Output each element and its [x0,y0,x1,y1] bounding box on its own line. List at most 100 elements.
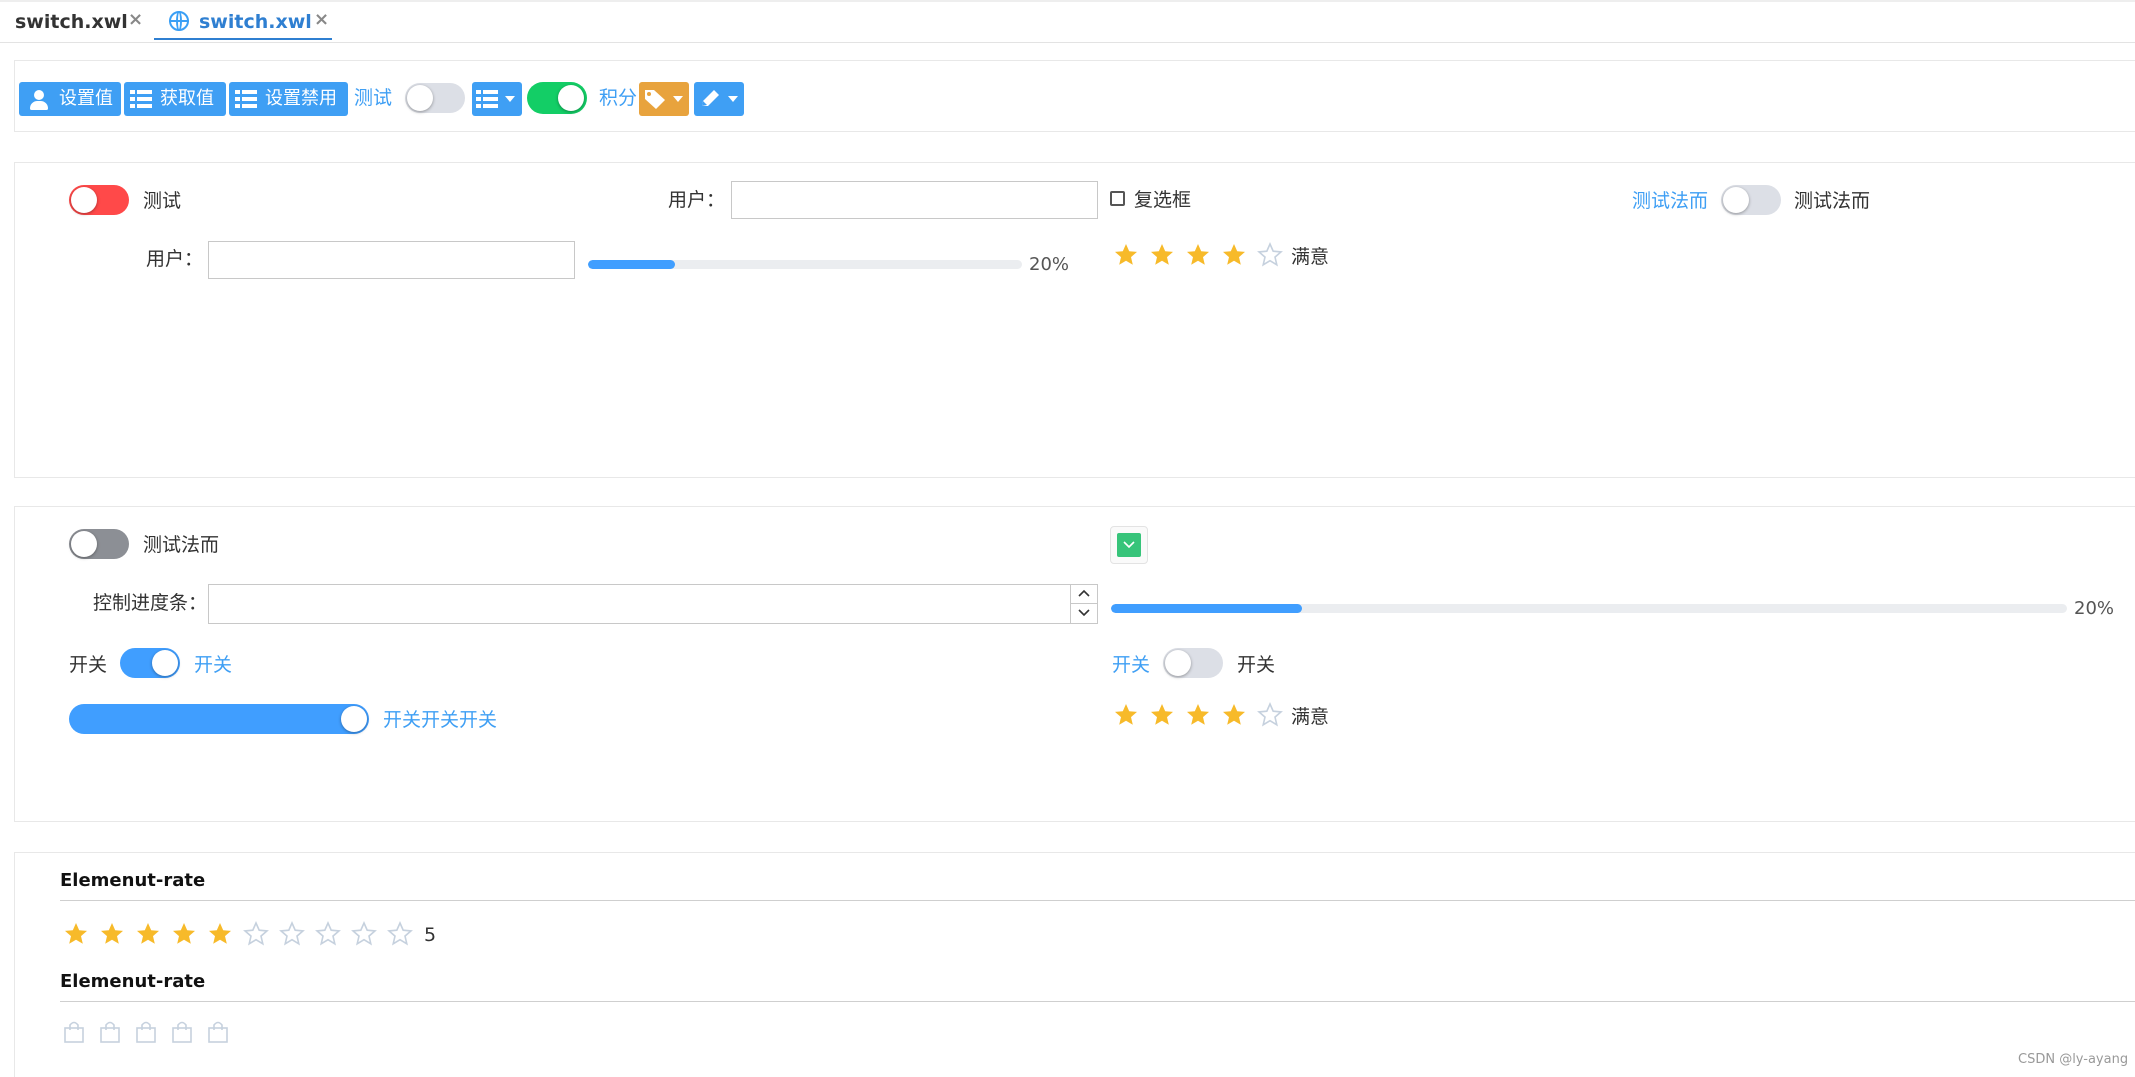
star-filled-icon[interactable] [1149,702,1175,728]
star-filled-icon[interactable] [1113,702,1139,728]
shopping-bag-icon[interactable] [135,1020,157,1044]
progress-number-input[interactable] [208,584,1098,624]
dropdown-toggle-button[interactable] [1110,526,1148,564]
progress-fill-2 [1111,604,1303,613]
user-input-2[interactable] [208,241,575,279]
off-switch[interactable] [1163,648,1223,678]
toolbar-switch-off[interactable] [405,83,465,113]
user-label-2: 用户： [146,248,204,270]
progress-track-1 [588,260,1022,269]
bag-rating[interactable] [63,1020,283,1048]
switch2-right-label: 开关 [194,654,233,676]
shopping-bag-icon[interactable] [207,1020,229,1044]
tags-dropdown-button[interactable] [639,82,689,116]
divider [60,1001,2135,1002]
star-empty-icon[interactable] [279,921,305,947]
checkbox-label: 复选框 [1134,189,1192,211]
caret-down-icon [505,96,515,102]
section-title-2: Elemenut-rate [60,971,206,992]
set-value-button[interactable]: 设置值 [19,82,121,116]
gray-switch[interactable] [69,529,129,559]
tab-switch-xwl-1[interactable]: switch.xwl × [15,8,145,40]
red-switch-label: 测试 [143,190,182,212]
star-filled-icon[interactable] [1221,702,1247,728]
blue-switch[interactable] [120,648,180,678]
star-filled-icon[interactable] [99,921,125,947]
form-panel-2: 测试法而 控制进度条： 20% 开关 开关 开关 开关 开关开关开关 满意 [14,506,2135,822]
star-filled-icon[interactable] [1185,242,1211,268]
progress-text-1: 20% [1029,254,1070,275]
user-icon [29,90,49,110]
star-filled-icon[interactable] [135,921,161,947]
rating-text-3: 5 [424,924,437,946]
get-value-button[interactable]: 获取值 [124,82,226,116]
caret-down-icon [728,96,738,102]
caret-down-icon [673,96,683,102]
shopping-bag-icon[interactable] [99,1020,121,1044]
rating-2[interactable] [1113,702,1313,730]
spin-down-icon[interactable] [1078,609,1090,617]
points-label: 积分 [599,87,638,109]
switch-knob [1165,650,1191,676]
shopping-bag-icon[interactable] [171,1020,193,1044]
toolbar-panel: 设置值 获取值 设置禁用 测试 积分 [14,60,2135,132]
rating-3[interactable] [63,921,463,949]
toolbar-switch-on[interactable] [527,82,587,114]
list-icon [130,90,152,108]
star-filled-icon[interactable] [1149,242,1175,268]
switch-knob [1723,187,1749,213]
rating-1[interactable] [1113,242,1313,270]
section-title-1: Elemenut-rate [60,870,206,891]
tab-label: switch.xwl [199,11,312,33]
pencil-icon [702,90,719,106]
set-disabled-button[interactable]: 设置禁用 [229,82,348,116]
divider [60,900,2135,901]
tags-icon [645,90,665,109]
progress-number-field[interactable] [209,585,1063,623]
star-empty-icon[interactable] [243,921,269,947]
switch2-left-label: 开关 [69,654,108,676]
star-filled-icon[interactable] [1221,242,1247,268]
wide-switch[interactable] [69,704,369,734]
gray-switch-label: 测试法而 [143,534,220,556]
red-switch[interactable] [69,185,129,215]
progress-fill-1 [588,260,675,269]
close-icon[interactable]: × [128,6,143,34]
right-link-text[interactable]: 测试法而 [1632,188,1708,214]
rating-text-2: 满意 [1291,706,1330,728]
switch-knob [407,85,433,111]
set-disabled-label: 设置禁用 [265,88,337,109]
tab-label: switch.xwl [15,11,128,33]
list-dropdown-button[interactable] [472,82,522,116]
rate-panel: Elemenut-rate 5 Elemenut-rate [14,852,2135,1077]
edit-dropdown-button[interactable] [694,82,744,116]
star-empty-icon[interactable] [1257,242,1283,268]
form-panel-1: 测试 用户： 复选框 测试法而 测试法而 用户： 20% 满意 [14,162,2135,478]
shopping-bag-icon[interactable] [63,1020,85,1044]
star-empty-icon[interactable] [1257,702,1283,728]
star-empty-icon[interactable] [351,921,377,947]
switch-knob [71,531,97,557]
star-filled-icon[interactable] [1185,702,1211,728]
star-empty-icon[interactable] [387,921,413,947]
tab-switch-xwl-2[interactable]: switch.xwl × [154,8,332,40]
user-label-1: 用户： [668,189,726,211]
star-filled-icon[interactable] [207,921,233,947]
user-input-1[interactable] [731,181,1098,219]
star-filled-icon[interactable] [1113,242,1139,268]
get-value-label: 获取值 [160,88,214,109]
spin-up-icon[interactable] [1078,589,1090,597]
right-switch[interactable] [1721,185,1781,215]
star-empty-icon[interactable] [315,921,341,947]
progress-text-2: 20% [2074,598,2115,619]
close-icon[interactable]: × [314,6,329,34]
globe-icon [169,11,189,31]
star-filled-icon[interactable] [171,921,197,947]
wide-switch-label: 开关开关开关 [383,709,498,731]
star-filled-icon[interactable] [63,921,89,947]
checkbox[interactable] [1110,191,1125,206]
rating-text-1: 满意 [1291,246,1330,268]
list-icon [476,90,498,108]
progress-control-label: 控制进度条： [93,592,208,614]
switch3-left-label: 开关 [1112,654,1151,676]
